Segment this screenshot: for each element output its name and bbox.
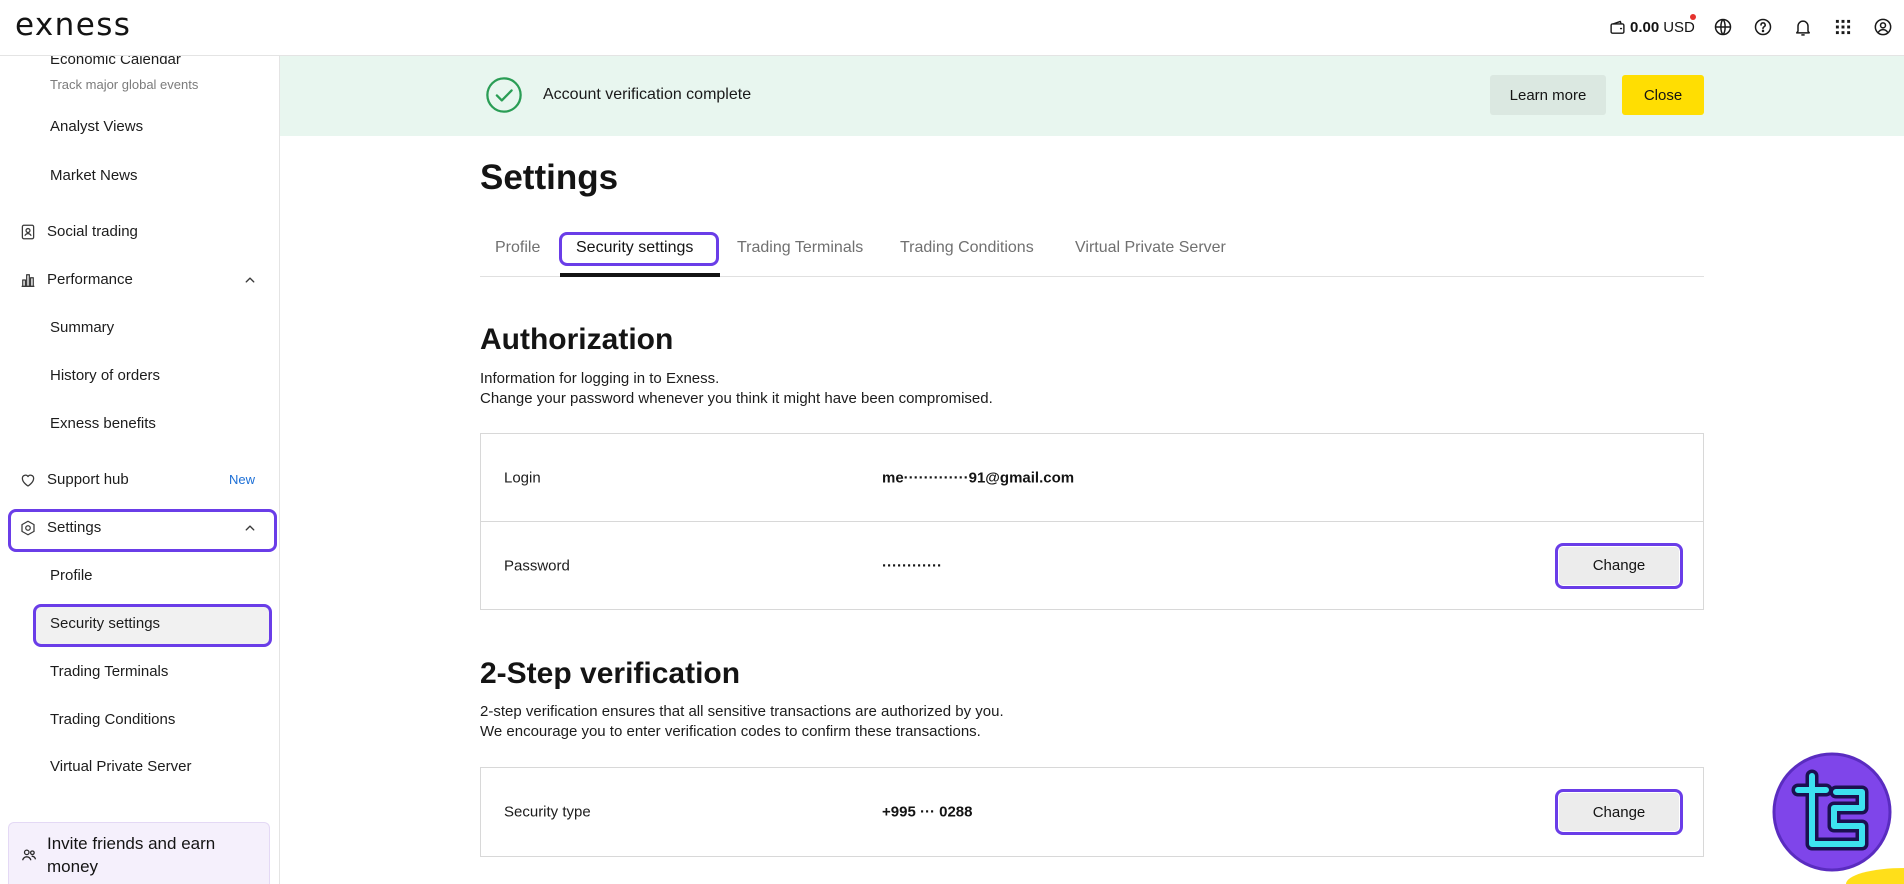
security-type-label: Security type [504,803,591,821]
invite-friends-icon [20,846,38,864]
sidebar-item-label: Exness benefits [50,415,156,432]
authorization-description: Information for logging in to Exness. Ch… [480,369,993,408]
balance-widget[interactable]: 0.00 USD [1609,0,1695,54]
two-step-card: Security type +995 ··· 0288 Change [480,767,1704,857]
sidebar-item-label: Performance [47,271,133,288]
tab-profile[interactable]: Profile [495,236,540,260]
sidebar-item-label: Market News [50,167,138,184]
sidebar-item-analyst-views[interactable]: Analyst Views [0,107,279,147]
chevron-up-icon[interactable] [241,519,259,537]
security-type-row: Security type +995 ··· 0288 Change [481,768,1703,856]
sidebar-item-label: Virtual Private Server [50,758,192,775]
sidebar-item-label: Security settings [50,615,161,632]
sidebar-item-economic-calendar[interactable]: Economic Calendar Track major global eve… [0,56,279,96]
tab-virtual-private-server[interactable]: Virtual Private Server [1075,236,1226,260]
login-row: Login me·············91@gmail.com [481,434,1703,522]
settings-icon [19,519,37,537]
globe-icon[interactable] [1713,17,1733,37]
password-label: Password [504,557,570,574]
balance-currency: USD [1663,18,1695,36]
sidebar-item-support-hub[interactable]: Support hub New [0,460,279,500]
bell-icon[interactable] [1793,17,1813,37]
top-header: exness 0.00 USD [0,0,1904,56]
sidebar-item-settings[interactable]: Settings [0,508,279,548]
sidebar-item-security-settings[interactable]: Security settings [0,604,279,644]
description-line: We encourage you to enter verification c… [480,722,981,740]
new-badge: New [229,472,256,487]
tab-trading-terminals[interactable]: Trading Terminals [737,236,863,260]
password-row: Password ············ Change [481,522,1703,609]
sidebar-item-label: Support hub [47,471,129,488]
close-button[interactable]: Close [1622,75,1704,115]
balance-notification-dot [1690,14,1696,20]
sidebar-item-label: Settings [47,519,102,536]
tab-security-settings[interactable]: Security settings [576,236,693,260]
chevron-up-icon[interactable] [241,271,259,289]
sidebar-item-label: History of orders [50,367,161,384]
description-line: Change your password whenever you think … [480,389,993,407]
banner-message: Account verification complete [543,86,752,103]
highlight-password-change: Change [1555,542,1683,589]
description-line: 2-step verification ensures that all sen… [480,703,1004,720]
password-value: ············ [882,557,942,574]
sidebar-item-social-trading[interactable]: Social trading [0,212,279,252]
sidebar: Economic Calendar Track major global eve… [0,56,280,884]
performance-icon [19,271,37,289]
sidebar-item-label: Analyst Views [50,118,144,135]
invite-friends-card[interactable]: Invite friends and earn money [8,822,270,884]
two-step-description: 2-step verification ensures that all sen… [480,702,1004,741]
apps-grid-icon[interactable] [1833,17,1853,37]
two-step-title: 2-Step verification [480,657,741,690]
balance-amount: 0.00 [1630,18,1660,36]
sidebar-item-profile[interactable]: Profile [0,556,279,596]
social-trading-icon [19,223,37,241]
authorization-title: Authorization [480,323,674,356]
sidebar-item-summary[interactable]: Summary [0,308,279,348]
exness-logo[interactable]: exness [15,5,131,45]
security-type-value: +995 ··· 0288 [882,803,973,821]
highlight-security-type-change: Change [1555,789,1683,835]
sidebar-item-label: Trading Terminals [50,663,169,680]
change-security-type-button[interactable]: Change [1559,793,1679,831]
sidebar-item-label: Profile [50,567,93,584]
help-icon[interactable] [1753,17,1773,37]
sidebar-item-label: Trading Conditions [50,711,176,728]
change-password-button[interactable]: Change [1559,546,1679,585]
verification-banner: Account verification complete Learn more… [280,56,1904,136]
authorization-card: Login me·············91@gmail.com Passwo… [480,433,1704,610]
description-line: Information for logging in to Exness. [480,370,720,387]
watermark-logo [1772,752,1892,872]
sidebar-item-history-of-orders[interactable]: History of orders [0,356,279,396]
wallet-icon [1609,19,1626,36]
sidebar-item-description: Track major global events [50,77,199,92]
sidebar-item-trading-terminals[interactable]: Trading Terminals [0,652,279,692]
sidebar-item-virtual-private-server[interactable]: Virtual Private Server [0,747,279,787]
page-title: Settings [480,158,619,197]
sidebar-item-label: Summary [50,319,115,336]
learn-more-button[interactable]: Learn more [1490,75,1606,115]
heart-icon [19,471,37,489]
sidebar-item-market-news[interactable]: Market News [0,156,279,196]
user-icon[interactable] [1873,17,1893,37]
check-circle-icon [485,76,523,114]
sidebar-item-trading-conditions[interactable]: Trading Conditions [0,700,279,740]
invite-friends-label: Invite friends and earn money [47,834,216,876]
sidebar-item-label: Social trading [47,223,138,240]
login-label: Login [504,469,541,486]
tab-trading-conditions[interactable]: Trading Conditions [900,236,1034,260]
sidebar-item-exness-benefits[interactable]: Exness benefits [0,404,279,444]
login-value: me·············91@gmail.com [882,469,1075,486]
sidebar-item-performance[interactable]: Performance [0,260,279,300]
active-tab-indicator [560,273,720,277]
